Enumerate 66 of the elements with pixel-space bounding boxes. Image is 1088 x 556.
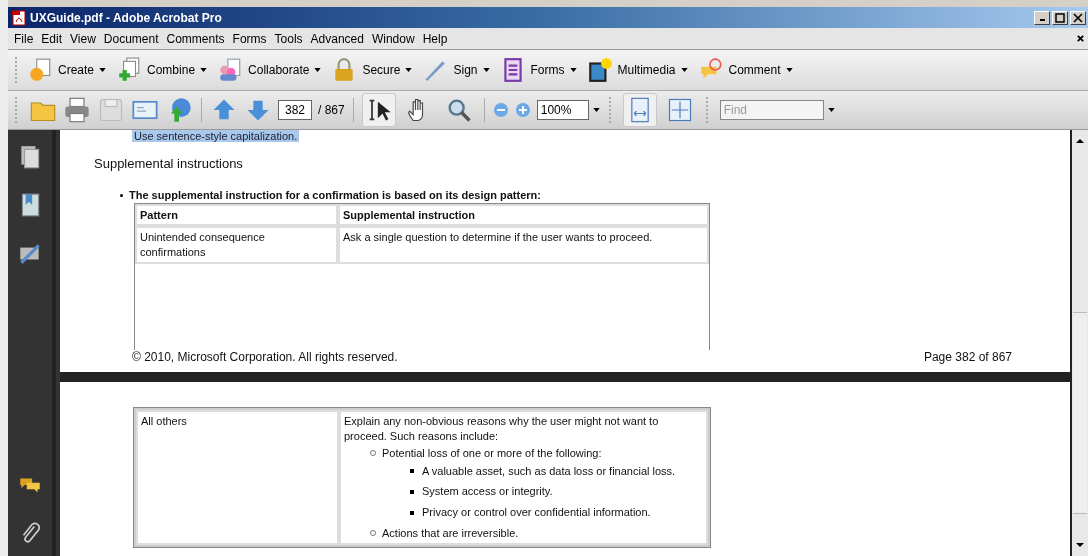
list-item: Privacy or control over confidential information.: [422, 505, 651, 521]
zoom-field[interactable]: 100%: [536, 100, 589, 120]
scroll-down-icon[interactable]: [1075, 540, 1085, 550]
caret-icon: [569, 68, 577, 72]
list-item: System access or integrity.: [422, 484, 553, 500]
close-icon: [1073, 12, 1083, 23]
menu-item[interactable]: Window: [368, 31, 420, 46]
highlighted-text: Use sentence-style capitalization.: [132, 130, 300, 142]
minimize-button[interactable]: [1034, 10, 1050, 25]
close-button[interactable]: [1070, 10, 1086, 25]
table-cell: Ask a single question to determine if the user wants to proceed.: [338, 226, 709, 265]
caret-icon[interactable]: [592, 108, 600, 112]
section-heading: Supplemental instructions: [94, 156, 243, 171]
find-field[interactable]: Find: [719, 100, 824, 120]
menu-item[interactable]: Document: [100, 31, 164, 46]
bookmark-icon[interactable]: [19, 192, 41, 218]
toolbar-button[interactable]: Sign: [420, 57, 496, 83]
caret-icon: [99, 68, 107, 72]
minimize-icon: [1039, 19, 1045, 21]
paragraph: The supplemental instruction for a confirmation is based on its design pattern:: [129, 189, 541, 201]
caret-icon: [785, 68, 793, 72]
caret-icon: [680, 68, 688, 72]
toolbar-button[interactable]: Create: [25, 57, 113, 83]
toolbar-button[interactable]: Secure: [329, 57, 419, 83]
caret-icon: [405, 68, 413, 72]
toolbar-button[interactable]: Multimedia: [584, 57, 694, 83]
table-cell: All others: [136, 410, 339, 545]
caret-icon: [314, 68, 322, 72]
menu-item[interactable]: Tools: [271, 31, 308, 46]
menu-item[interactable]: Help: [419, 31, 453, 46]
toolbar-button[interactable]: Combine: [114, 57, 214, 83]
list-item: A valuable asset, such as data loss or financial loss.: [422, 463, 676, 479]
scroll-thumb[interactable]: [1073, 312, 1087, 514]
caret-icon: [482, 68, 490, 72]
menu-item[interactable]: Comments: [163, 31, 230, 46]
menu-item[interactable]: Edit: [38, 31, 68, 46]
select-tool-button[interactable]: [361, 93, 396, 127]
caret-icon[interactable]: [827, 108, 835, 112]
page-number: Page 382 of 867: [923, 350, 1012, 364]
pdf-file-icon: [11, 9, 27, 26]
menu-item[interactable]: View: [67, 31, 101, 46]
scrollbar[interactable]: [1070, 130, 1088, 556]
column-header: Supplemental instruction: [338, 204, 709, 227]
toolbar-button[interactable]: Forms: [497, 57, 583, 83]
window-title: UXGuide.pdf - Adobe Acrobat Pro: [30, 10, 223, 25]
menu-item[interactable]: Forms: [229, 31, 272, 46]
table-cell: Unintended consequence confirmations: [135, 226, 338, 265]
caret-icon: [200, 68, 208, 72]
pages-icon[interactable]: [19, 144, 41, 170]
toolbar-button[interactable]: Comment: [695, 57, 799, 83]
menu-item[interactable]: File: [11, 31, 39, 46]
maximize-button[interactable]: [1052, 10, 1068, 25]
page-count: / 867: [318, 103, 345, 117]
paragraph: Explain any non-obvious reasons why the user might not want to proceed. Such reasons include:: [344, 414, 660, 444]
close-icon[interactable]: [1076, 34, 1085, 43]
list-item: Potential loss of one or more of the following:: [382, 445, 602, 461]
page-number-field[interactable]: 382: [278, 100, 312, 120]
menu-item[interactable]: Advanced: [307, 31, 369, 46]
maximize-icon: [1055, 12, 1065, 23]
list-item: Actions that are irreversible.: [382, 526, 519, 541]
toolbar-button[interactable]: Collaborate: [215, 57, 328, 83]
printer-icon[interactable]: [63, 96, 91, 124]
fit-width-button[interactable]: [622, 93, 657, 127]
scroll-up-icon[interactable]: [1075, 136, 1085, 146]
column-header: Pattern: [135, 204, 338, 227]
copyright-text: © 2010, Microsoft Corporation. All rights reserved.: [132, 350, 398, 364]
